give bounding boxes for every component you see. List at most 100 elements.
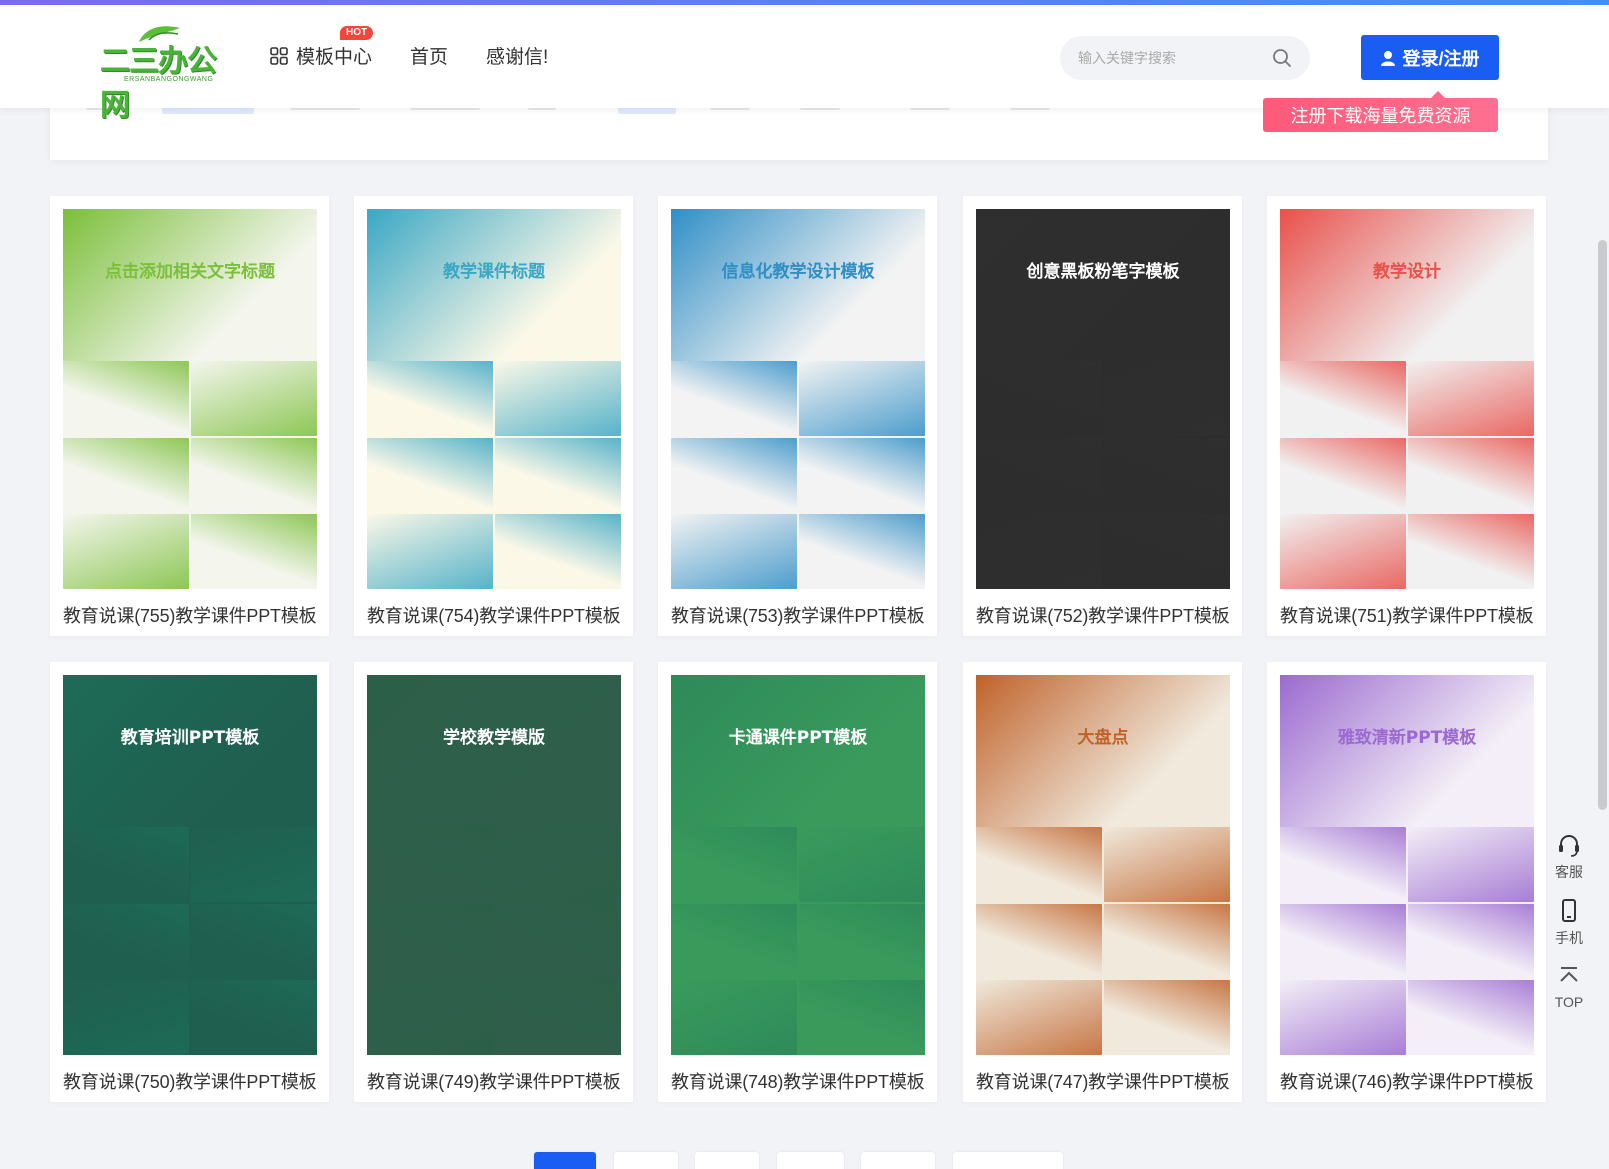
template-thumbnail[interactable]: 雅致清新PPT模板 <box>1280 675 1534 1055</box>
thumbnail-slides <box>1280 827 1534 1055</box>
thumbnail-title: 信息化教学设计模板 <box>721 262 875 282</box>
arrow-up-icon <box>1560 967 1578 982</box>
thumbnail-cover: 大盘点 <box>976 675 1230 827</box>
template-title[interactable]: 教育说课(747)教学课件PPT模板 <box>976 1068 1230 1094</box>
slide-preview <box>671 514 797 589</box>
template-thumbnail[interactable]: 教学课件标题 <box>367 209 621 589</box>
page-button-current[interactable] <box>534 1152 596 1169</box>
template-card[interactable]: 大盘点教育说课(747)教学课件PPT模板 <box>963 662 1242 1102</box>
thumbnail-slides <box>63 827 317 1055</box>
user-icon <box>1381 50 1396 66</box>
slide-preview <box>671 903 797 979</box>
template-card[interactable]: 点击添加相关文字标题教育说课(755)教学课件PPT模板 <box>50 196 329 636</box>
slide-preview <box>671 361 797 436</box>
thumbnail-title: 卡通课件PPT模板 <box>728 728 868 748</box>
template-thumbnail[interactable]: 教育培训PPT模板 <box>63 675 317 1055</box>
template-thumbnail[interactable]: 创意黑板粉笔字模板 <box>976 209 1230 589</box>
template-title[interactable]: 教育说课(749)教学课件PPT模板 <box>367 1068 621 1094</box>
slide-preview <box>976 980 1102 1055</box>
slide-preview <box>63 437 189 513</box>
slide-preview <box>671 980 797 1055</box>
slide-preview <box>367 827 493 902</box>
template-card[interactable]: 创意黑板粉笔字模板教育说课(752)教学课件PPT模板 <box>963 196 1242 636</box>
register-promo-banner[interactable]: 注册下载海量免费资源 <box>1263 91 1498 132</box>
logo-subtext: ERSANBANGONGWANG <box>124 76 214 83</box>
back-to-top-button[interactable]: TOP <box>1554 964 1584 1010</box>
next-page-button[interactable] <box>953 1152 1063 1169</box>
slide-preview <box>799 980 925 1055</box>
site-logo[interactable]: 二三办公网 ERSANBANGONGWANG <box>100 24 225 123</box>
thumbnail-title: 教育培训PPT模板 <box>120 728 260 748</box>
template-title[interactable]: 教育说课(750)教学课件PPT模板 <box>63 1068 317 1094</box>
login-register-button[interactable]: 登录/注册 <box>1361 35 1499 80</box>
slide-preview <box>1408 361 1534 436</box>
thumbnail-title: 创意黑板粉笔字模板 <box>1026 262 1180 282</box>
template-card[interactable]: 卡通课件PPT模板教育说课(748)教学课件PPT模板 <box>658 662 937 1102</box>
template-thumbnail[interactable]: 学校教学模版 <box>367 675 621 1055</box>
slide-preview <box>976 514 1102 589</box>
hot-badge: HOT <box>340 26 374 40</box>
customer-service-button[interactable]: 客服 <box>1555 832 1583 882</box>
slide-preview <box>976 827 1102 902</box>
template-card[interactable]: 信息化教学设计模板教育说课(753)教学课件PPT模板 <box>658 196 937 636</box>
thumbnail-cover: 教学课件标题 <box>367 209 621 361</box>
thumbnail-cover: 信息化教学设计模板 <box>671 209 925 361</box>
mobile-label: 手机 <box>1555 930 1583 946</box>
template-title[interactable]: 教育说课(751)教学课件PPT模板 <box>1280 602 1534 628</box>
slide-preview <box>1104 980 1230 1055</box>
search-input[interactable] <box>1078 50 1272 66</box>
mobile-button[interactable]: 手机 <box>1555 898 1583 948</box>
template-title[interactable]: 教育说课(752)教学课件PPT模板 <box>976 602 1230 628</box>
slide-preview <box>976 903 1102 979</box>
page-button[interactable] <box>777 1152 844 1169</box>
slide-preview <box>1280 437 1406 513</box>
slide-preview <box>191 903 317 979</box>
phone-icon <box>1562 899 1576 922</box>
template-title[interactable]: 教育说课(753)教学课件PPT模板 <box>671 602 925 628</box>
template-thumbnail[interactable]: 教学设计 <box>1280 209 1534 589</box>
slide-preview <box>191 437 317 513</box>
template-thumbnail[interactable]: 大盘点 <box>976 675 1230 1055</box>
nav-template-center[interactable]: 模板中心 HOT <box>270 26 374 69</box>
slide-preview <box>367 437 493 513</box>
back-to-top-label: TOP <box>1554 994 1584 1010</box>
nav-home[interactable]: 首页 <box>410 42 448 69</box>
slide-preview <box>495 827 621 902</box>
template-thumbnail[interactable]: 信息化教学设计模板 <box>671 209 925 589</box>
nav-thank-you-letter[interactable]: 感谢信! <box>486 42 548 69</box>
template-card[interactable]: 教学课件标题教育说课(754)教学课件PPT模板 <box>354 196 633 636</box>
page-button[interactable] <box>861 1152 935 1169</box>
slide-preview <box>63 514 189 589</box>
template-thumbnail[interactable]: 卡通课件PPT模板 <box>671 675 925 1055</box>
thumbnail-title: 大盘点 <box>1077 728 1129 748</box>
slide-preview <box>976 361 1102 436</box>
template-title[interactable]: 教育说课(754)教学课件PPT模板 <box>367 602 621 628</box>
slide-preview <box>1104 903 1230 979</box>
page-button[interactable] <box>695 1152 759 1169</box>
accent-bar <box>0 0 1609 5</box>
thumbnail-slides <box>367 361 621 589</box>
template-card[interactable]: 雅致清新PPT模板教育说课(746)教学课件PPT模板 <box>1267 662 1546 1102</box>
slide-preview <box>1408 437 1534 513</box>
thumbnail-cover: 雅致清新PPT模板 <box>1280 675 1534 827</box>
slide-preview <box>495 361 621 436</box>
template-title[interactable]: 教育说课(748)教学课件PPT模板 <box>671 1068 925 1094</box>
template-title[interactable]: 教育说课(755)教学课件PPT模板 <box>63 602 317 628</box>
thumbnail-cover: 学校教学模版 <box>367 675 621 827</box>
slide-preview <box>63 980 189 1055</box>
thumbnail-title: 雅致清新PPT模板 <box>1337 728 1477 748</box>
template-card[interactable]: 学校教学模版教育说课(749)教学课件PPT模板 <box>354 662 633 1102</box>
side-toolbar: 客服 手机 TOP <box>1540 832 1598 1026</box>
slide-preview <box>495 980 621 1055</box>
template-card[interactable]: 教学设计教育说课(751)教学课件PPT模板 <box>1267 196 1546 636</box>
thumbnail-cover: 教育培训PPT模板 <box>63 675 317 827</box>
page-button[interactable] <box>614 1152 678 1169</box>
page-scrollbar[interactable] <box>1598 240 1607 810</box>
template-title[interactable]: 教育说课(746)教学课件PPT模板 <box>1280 1068 1534 1094</box>
template-thumbnail[interactable]: 点击添加相关文字标题 <box>63 209 317 589</box>
search-icon[interactable] <box>1272 48 1292 68</box>
slide-preview <box>799 514 925 589</box>
slide-preview <box>495 514 621 589</box>
template-card[interactable]: 教育培训PPT模板教育说课(750)教学课件PPT模板 <box>50 662 329 1102</box>
slide-preview <box>63 361 189 436</box>
